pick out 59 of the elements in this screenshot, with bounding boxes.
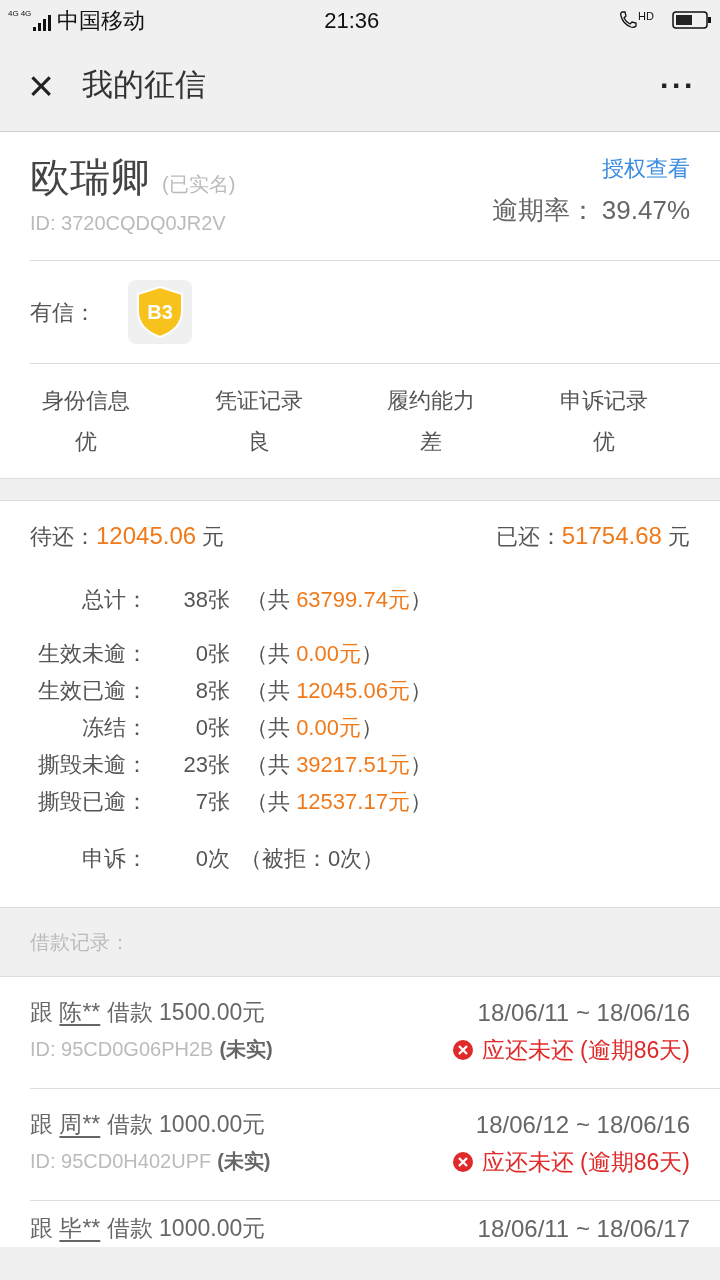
verified-label: (已实名): [162, 172, 236, 197]
dimension-title: 身份信息: [42, 387, 131, 415]
stat-count: 0张: [194, 714, 230, 742]
loan-title: 跟 毕** 借款 1000.00元: [30, 1214, 267, 1243]
stat-count: 23张: [182, 751, 230, 779]
loan-period: 18/06/11 ~ 18/06/17: [477, 1214, 690, 1244]
page-title: 我的征信: [82, 66, 207, 105]
balance-text: 待还：12045.06 元: [30, 521, 225, 551]
loan-id-note: (未实): [217, 1149, 271, 1172]
rating-badge: B3: [128, 280, 192, 344]
loan-period: 18/06/11 ~ 18/06/16: [477, 998, 690, 1028]
overdue-rate: 39.47%: [601, 194, 690, 227]
authorize-link[interactable]: 授权查看: [602, 152, 690, 185]
loan-title: 跟 陈** 借款 1500.00元: [30, 998, 267, 1027]
dimension-grade: 良: [247, 428, 270, 456]
stat-label: 申诉：: [81, 845, 148, 873]
stat-note: （共 39217.51元）: [246, 751, 432, 779]
dimension-title: 申诉记录: [559, 387, 648, 415]
dimension-grade: 优: [75, 428, 98, 456]
balance-text: 已还：51754.68 元: [495, 521, 690, 551]
dimension-title: 履约能力: [387, 387, 476, 415]
loan-status: 应还未还 (逾期86天): [481, 1036, 690, 1065]
user-name: 欧瑞卿: [30, 154, 150, 201]
stat-note: （共 0.00元）: [246, 714, 383, 742]
loan-status: 应还未还 (逾期86天): [481, 1148, 690, 1177]
stat-count: 7张: [194, 788, 230, 816]
stat-note: （共 0.00元）: [246, 640, 383, 668]
error-icon: [451, 1151, 474, 1174]
loan-id: ID: 95CD0G06PH2B: [30, 1037, 214, 1060]
battery-icon: [672, 11, 712, 29]
carrier-name: 中国移动: [57, 6, 146, 35]
stat-label: 生效已逾：: [37, 677, 148, 705]
stat-count: 38张: [182, 586, 230, 614]
loan-id-note: (未实): [219, 1037, 273, 1060]
youxin-label: 有信：: [30, 298, 97, 327]
stat-label: 总计：: [81, 586, 148, 614]
dimension-grade: 优: [592, 428, 615, 456]
stat-count: 0张: [194, 640, 230, 668]
stat-note: （共 63799.74元）: [246, 586, 432, 614]
stat-note: （被拒：0次）: [240, 845, 385, 873]
more-button[interactable]: ···: [660, 70, 696, 101]
stat-label: 生效未逾：: [37, 640, 148, 668]
stat-count: 8张: [194, 677, 230, 705]
error-icon: [451, 1039, 474, 1062]
stat-label: 撕毁已逾：: [37, 788, 148, 816]
stat-label: 撕毁未逾：: [37, 751, 148, 779]
user-id: ID: 3720CQDQ0JR2V: [30, 211, 227, 236]
overdue-label: 逾期率：: [491, 194, 596, 227]
dimension-grade: 差: [420, 428, 443, 456]
stat-count: 0次: [194, 845, 230, 873]
stat-note: （共 12045.06元）: [246, 677, 432, 705]
close-button[interactable]: ×: [24, 63, 58, 108]
stat-note: （共 12537.17元）: [246, 788, 432, 816]
dimension-title: 凭证记录: [214, 387, 303, 415]
stat-label: 冻结：: [81, 714, 148, 742]
clock-time: 21:36: [323, 6, 381, 35]
loan-title: 跟 周** 借款 1000.00元: [30, 1110, 267, 1139]
loan-period: 18/06/12 ~ 18/06/16: [475, 1110, 690, 1140]
loan-id: ID: 95CD0H402UPF: [30, 1149, 212, 1172]
